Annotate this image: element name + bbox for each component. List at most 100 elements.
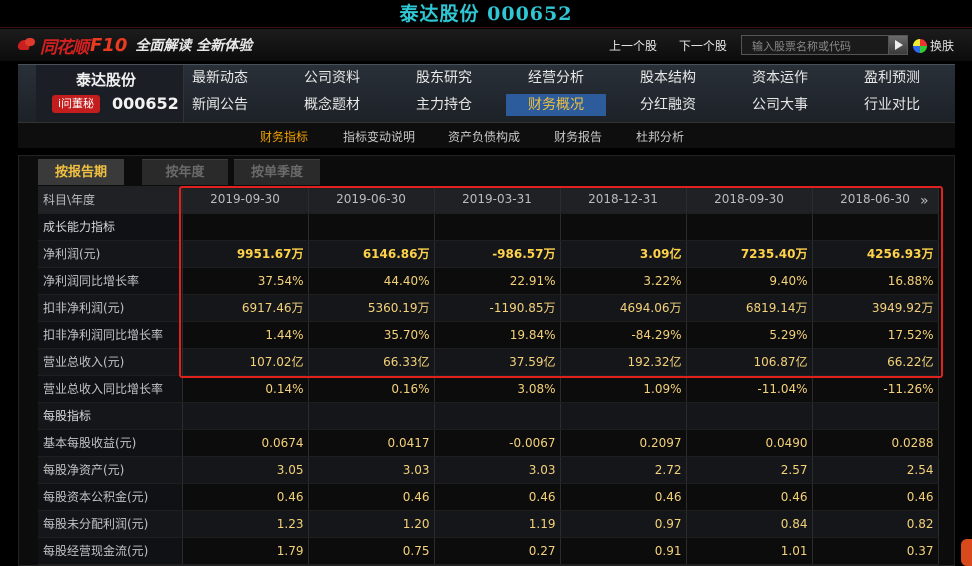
row-label: 每股指标 — [38, 402, 183, 430]
table-cell: 37.54% — [182, 267, 309, 295]
table-cell: 1.44% — [182, 321, 309, 349]
prev-stock-link[interactable]: 上一个股 — [609, 39, 657, 53]
row-label: 每股资本公积金(元) — [38, 483, 183, 511]
table-cell: 2.72 — [560, 456, 687, 484]
table-cell: 9951.67万 — [182, 240, 309, 268]
table-row: 营业总收入(元) 107.02亿 66.33亿 37.59亿 192.32亿 106.87… — [38, 348, 939, 376]
submenu-item-0[interactable]: 财务指标 — [260, 128, 308, 145]
menu-item-row1-4[interactable]: 股本结构 — [618, 67, 718, 89]
table-cell — [434, 213, 561, 241]
table-cell: 0.46 — [308, 483, 435, 511]
stock-identity: 泰达股份 i问董秘 000652 — [36, 65, 184, 122]
sub-menu-bar: 财务指标 指标变动说明 资产负债构成 财务报告 杜邦分析 — [18, 122, 955, 148]
table-cell — [434, 402, 561, 430]
menu-item-row1-6[interactable]: 盈利预测 — [842, 67, 942, 89]
table-cell — [812, 402, 939, 430]
submenu-item-3[interactable]: 财务报告 — [554, 128, 602, 145]
tab-2[interactable]: 按单季度 — [234, 159, 320, 185]
menu-item-row2-3[interactable]: 财务概况 — [506, 94, 606, 116]
skin-palette-icon — [913, 38, 927, 53]
window-title: 泰达股份 000652 — [399, 3, 573, 25]
column-header-3[interactable]: 2018-12-31 — [560, 186, 687, 214]
column-header-4[interactable]: 2018-09-30 — [686, 186, 813, 214]
table-cell: 6819.14万 — [686, 294, 813, 322]
row-label: 每股未分配利润(元) — [38, 510, 183, 538]
stock-nav-links: 上一个股 下一个股 — [609, 37, 745, 54]
table-cell: 0.0417 — [308, 429, 435, 457]
menu-item-row2-0[interactable]: 新闻公告 — [170, 94, 270, 116]
table-cell: 0.75 — [308, 537, 435, 565]
table-cell — [182, 213, 309, 241]
ask-secretary-badge[interactable]: i问董秘 — [52, 95, 100, 113]
menu-item-row1-2[interactable]: 股东研究 — [394, 67, 494, 89]
menu-item-row1-0[interactable]: 最新动态 — [170, 67, 270, 89]
table-cell: 17.52% — [812, 321, 939, 349]
table-row: 基本每股收益(元) 0.0674 0.0417 -0.0067 0.2097 0.0490… — [38, 429, 939, 457]
table-cell: 4694.06万 — [560, 294, 687, 322]
table-cell: 66.22亿 — [812, 348, 939, 376]
table-cell — [560, 402, 687, 430]
table-cell — [686, 402, 813, 430]
table-cell — [308, 213, 435, 241]
table-row: 净利润同比增长率 37.54% 44.40% 22.91% 3.22% 9.40% 16.8… — [38, 267, 939, 295]
menu-item-row2-4[interactable]: 分红融资 — [618, 94, 718, 116]
table-cell: 44.40% — [308, 267, 435, 295]
submenu-item-1[interactable]: 指标变动说明 — [343, 128, 415, 145]
table-cell: 1.20 — [308, 510, 435, 538]
row-label: 净利润同比增长率 — [38, 267, 183, 295]
menu-item-row2-2[interactable]: 主力持仓 — [394, 94, 494, 116]
table-cell: 3.03 — [434, 456, 561, 484]
table-cell: 0.14% — [182, 375, 309, 403]
search-go-button[interactable] — [888, 35, 908, 55]
row-label: 扣非净利润同比增长率 — [38, 321, 183, 349]
menu-item-row2-5[interactable]: 公司大事 — [730, 94, 830, 116]
row-label: 每股经营现金流(元) — [38, 537, 183, 565]
window-title-bar: 泰达股份 000652 — [0, 0, 972, 28]
table-cell: 0.84 — [686, 510, 813, 538]
table-cell — [308, 402, 435, 430]
table-header-row: 科目\年度 2019-09-30 2019-06-30 2019-03-31 2018-… — [38, 186, 939, 214]
table-row: 每股未分配利润(元) 1.23 1.20 1.19 0.97 0.84 0.82 — [38, 510, 939, 538]
table-cell: 1.01 — [686, 537, 813, 565]
stock-search-input[interactable]: 输入股票名称或代码 — [741, 35, 889, 55]
table-cell: 1.19 — [434, 510, 561, 538]
table-cell — [560, 213, 687, 241]
submenu-item-4[interactable]: 杜邦分析 — [636, 128, 684, 145]
next-stock-link[interactable]: 下一个股 — [679, 39, 727, 53]
submenu-item-2[interactable]: 资产负债构成 — [448, 128, 520, 145]
column-header-0[interactable]: 2019-09-30 — [182, 186, 309, 214]
table-cell: -11.26% — [812, 375, 939, 403]
tab-1[interactable]: 按年度 — [142, 159, 228, 185]
table-cell: 0.0674 — [182, 429, 309, 457]
table-cell: 22.91% — [434, 267, 561, 295]
table-cell: 19.84% — [434, 321, 561, 349]
change-skin-button[interactable]: 换肤 — [913, 37, 954, 54]
table-cell — [182, 402, 309, 430]
side-widget-icon[interactable] — [961, 539, 972, 566]
table-cell: 7235.40万 — [686, 240, 813, 268]
table-cell: 2.57 — [686, 456, 813, 484]
row-label: 成长能力指标 — [38, 213, 183, 241]
table-row: 每股经营现金流(元) 1.79 0.75 0.27 0.91 1.01 0.37 — [38, 537, 939, 565]
table-cell: 6917.46万 — [182, 294, 309, 322]
tab-0[interactable]: 按报告期 — [38, 159, 124, 185]
menu-item-row2-1[interactable]: 概念题材 — [282, 94, 382, 116]
table-cell: 107.02亿 — [182, 348, 309, 376]
table-cell: 0.0288 — [812, 429, 939, 457]
table-cell: -84.29% — [560, 321, 687, 349]
menu-item-row1-1[interactable]: 公司资料 — [282, 67, 382, 89]
menu-item-row1-5[interactable]: 资本运作 — [730, 67, 830, 89]
column-header-2[interactable]: 2019-03-31 — [434, 186, 561, 214]
ths-logo-icon — [18, 38, 38, 52]
table-cell: 0.46 — [812, 483, 939, 511]
column-header-1[interactable]: 2019-06-30 — [308, 186, 435, 214]
table-row: 扣非净利润(元) 6917.46万 5360.19万 -1190.85万 4694.06… — [38, 294, 939, 322]
table-cell: 0.46 — [434, 483, 561, 511]
table-cell: 5360.19万 — [308, 294, 435, 322]
menu-item-row1-3[interactable]: 经营分析 — [506, 67, 606, 89]
menu-item-row2-6[interactable]: 行业对比 — [842, 94, 942, 116]
table-cell: 0.91 — [560, 537, 687, 565]
more-columns-icon[interactable]: » — [920, 193, 929, 209]
stock-name: 泰达股份 — [76, 71, 137, 89]
row-label: 扣非净利润(元) — [38, 294, 183, 322]
